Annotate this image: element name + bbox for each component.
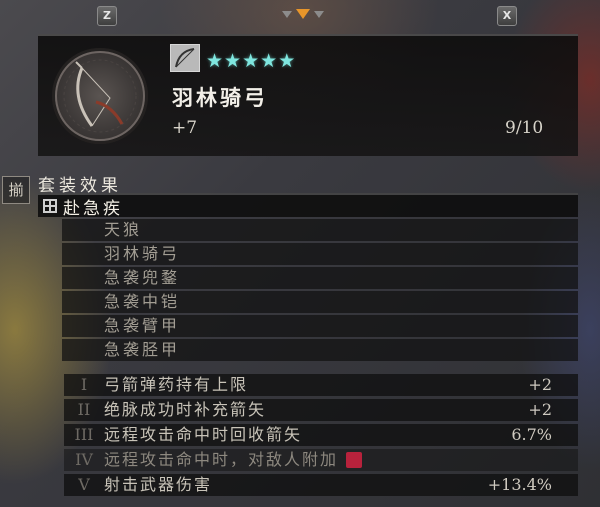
page-indicator xyxy=(282,9,324,19)
bonus-tier-numeral: I xyxy=(80,375,88,394)
item-name: 羽林骑弓 xyxy=(172,85,268,110)
star-icon: ★ xyxy=(224,50,242,72)
bonus-description: 远程攻击命中时回收箭矢 xyxy=(104,425,303,444)
page-dot-1[interactable] xyxy=(282,10,292,18)
set-piece-item[interactable]: 急袭中铠 xyxy=(62,291,578,313)
set-bonus-row[interactable]: I 弓箭弹药持有上限 +2 xyxy=(64,374,578,396)
bonus-description: 射击武器伤害 xyxy=(104,475,213,494)
set-piece-item[interactable]: 天狼 xyxy=(62,219,578,241)
top-bar: Z X xyxy=(0,0,600,30)
bonus-tier-numeral: V xyxy=(78,475,90,494)
set-piece-item[interactable]: 急袭兜鍪 xyxy=(62,267,578,289)
bow-icon xyxy=(170,44,200,72)
status-effect-icon xyxy=(346,452,363,468)
set-name-row[interactable]: 赴急疾 xyxy=(38,195,578,219)
prev-page-key[interactable]: Z xyxy=(97,6,117,26)
set-grid-icon xyxy=(43,199,57,213)
set-piece-item[interactable]: 急袭胫甲 xyxy=(62,339,578,361)
bonus-value: +2 xyxy=(528,375,552,394)
item-durability: 9/10 xyxy=(505,118,544,138)
star-icon: ★ xyxy=(278,50,296,72)
set-piece-item[interactable]: 羽林骑弓 xyxy=(62,243,578,265)
bonus-value: +13.4% xyxy=(487,475,552,494)
star-icon: ★ xyxy=(242,50,260,72)
bonus-value: +2 xyxy=(528,400,552,419)
bonus-description: 远程攻击命中时，对敌人附加 xyxy=(104,450,339,469)
bonus-description: 弓箭弹药持有上限 xyxy=(104,375,249,394)
set-bonus-row[interactable]: V 射击武器伤害 +13.4% xyxy=(64,474,578,496)
item-upgrade-level: +7 xyxy=(172,118,198,138)
set-pieces-list: 天狼 羽林骑弓 急袭兜鍪 急袭中铠 急袭臂甲 急袭胫甲 xyxy=(62,219,578,363)
bonus-value: 6.7% xyxy=(511,425,552,444)
star-icon: ★ xyxy=(260,50,278,72)
set-name: 赴急疾 xyxy=(63,198,123,219)
set-piece-item[interactable]: 急袭臂甲 xyxy=(62,315,578,337)
set-bonus-row[interactable]: II 绝脉成功时补充箭矢 +2 xyxy=(64,399,578,421)
set-bonus-list: I 弓箭弹药持有上限 +2 II 绝脉成功时补充箭矢 +2 III 远程攻击命中… xyxy=(64,374,578,499)
bonus-tier-numeral: III xyxy=(74,425,94,444)
star-icon: ★ xyxy=(206,50,224,72)
bow-emblem-icon xyxy=(52,48,148,144)
set-glyph-icon[interactable]: 揃 xyxy=(2,176,30,204)
page-dot-3[interactable] xyxy=(314,10,324,18)
set-bonus-row[interactable]: III 远程攻击命中时回收箭矢 6.7% xyxy=(64,424,578,446)
item-header-edge xyxy=(38,34,578,36)
bonus-tier-numeral: II xyxy=(77,400,91,419)
bonus-description: 绝脉成功时补充箭矢 xyxy=(104,400,267,419)
next-page-key[interactable]: X xyxy=(497,6,517,26)
rarity-stars: ★ ★ ★ ★ ★ xyxy=(206,52,295,71)
bonus-tier-numeral: IV xyxy=(75,450,93,469)
page-dot-2-active[interactable] xyxy=(296,9,310,19)
set-bonus-row-inactive[interactable]: IV 远程攻击命中时，对敌人附加 xyxy=(64,449,578,471)
